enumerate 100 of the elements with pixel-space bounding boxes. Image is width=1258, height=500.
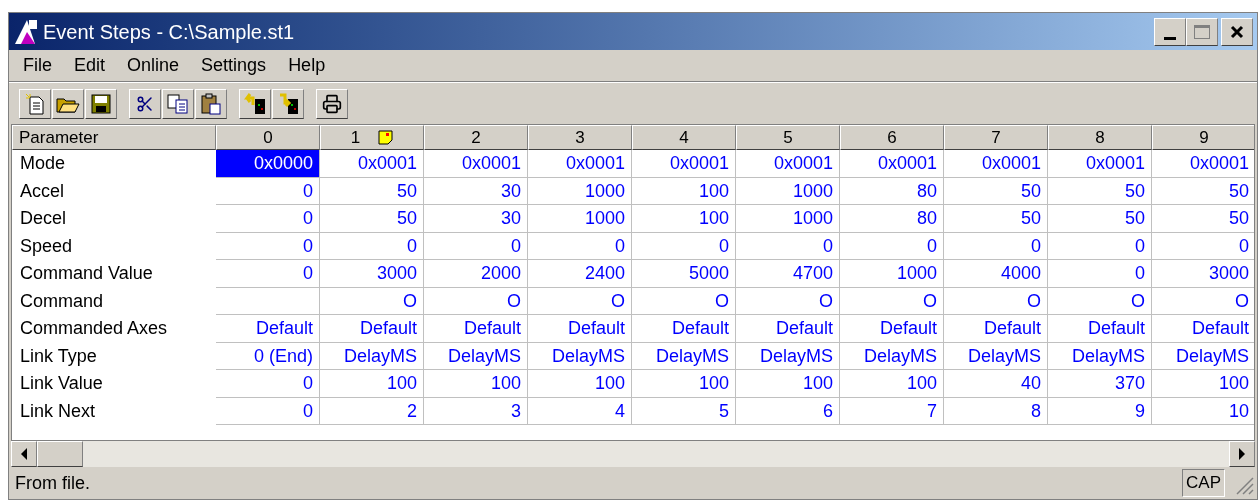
minimize-button[interactable] [1154,17,1186,46]
table-cell[interactable]: 0 [840,232,944,260]
paste-button[interactable] [195,88,227,119]
table-cell[interactable]: 0x0001 [528,150,632,178]
column-header[interactable]: 1 [320,125,424,150]
table-cell[interactable]: 1000 [840,260,944,288]
table-cell[interactable]: DelayMS [632,342,736,370]
table-cell[interactable]: 3 [424,397,528,425]
table-cell[interactable]: 50 [1152,205,1254,233]
table-cell[interactable]: 9 [1048,397,1152,425]
table-cell[interactable]: 1000 [528,177,632,205]
menu-item[interactable]: Help [288,52,326,79]
table-cell[interactable]: 50 [944,205,1048,233]
close-button[interactable] [1221,17,1253,46]
table-cell[interactable]: 5000 [632,260,736,288]
table-cell[interactable]: Default [216,315,320,343]
column-header[interactable]: 5 [736,125,840,150]
table-cell[interactable]: 0 [736,232,840,260]
table-cell[interactable]: 0 [216,232,320,260]
table-cell[interactable]: O [528,287,632,315]
table-cell[interactable]: 50 [320,177,424,205]
column-header[interactable]: 7 [944,125,1048,150]
table-cell[interactable]: Default [320,315,424,343]
table-cell[interactable]: 50 [1152,177,1254,205]
column-header[interactable]: 8 [1048,125,1152,150]
scroll-left-button[interactable] [11,441,37,467]
table-cell[interactable]: 1000 [736,177,840,205]
table-cell[interactable]: 30 [424,177,528,205]
new-button[interactable] [19,88,51,119]
table-cell[interactable]: DelayMS [1152,342,1254,370]
table-cell[interactable]: 80 [840,177,944,205]
column-header[interactable]: 2 [424,125,528,150]
horizontal-scrollbar[interactable] [11,441,1255,467]
table-cell[interactable]: 0x0000 [216,150,320,178]
table-cell[interactable]: O [1152,287,1254,315]
table-cell[interactable]: Default [840,315,944,343]
column-header[interactable]: 4 [632,125,736,150]
table-cell[interactable]: DelayMS [528,342,632,370]
table-cell[interactable]: O [424,287,528,315]
table-cell[interactable]: 2400 [528,260,632,288]
table-cell[interactable]: 370 [1048,370,1152,398]
table-cell[interactable]: Default [528,315,632,343]
print-button[interactable] [316,88,348,119]
table-cell[interactable]: 0 [216,205,320,233]
column-header[interactable]: 3 [528,125,632,150]
table-cell[interactable]: O [632,287,736,315]
table-cell[interactable]: Default [632,315,736,343]
table-cell[interactable]: 40 [944,370,1048,398]
table-cell[interactable]: O [1048,287,1152,315]
table-cell[interactable]: DelayMS [424,342,528,370]
table-cell[interactable]: O [320,287,424,315]
table-cell[interactable]: 100 [632,205,736,233]
download-button[interactable] [272,88,304,119]
table-cell[interactable]: 50 [1048,205,1152,233]
table-cell[interactable]: 80 [840,205,944,233]
table-cell[interactable]: 0 [424,232,528,260]
table-cell[interactable]: 1000 [736,205,840,233]
table-cell[interactable]: 100 [1152,370,1254,398]
table-cell[interactable]: Default [944,315,1048,343]
table-cell[interactable]: DelayMS [840,342,944,370]
open-button[interactable] [52,88,84,119]
scroll-thumb[interactable] [37,441,83,467]
scroll-right-button[interactable] [1229,441,1255,467]
table-cell[interactable]: 0 [216,177,320,205]
table-cell[interactable]: 0x0001 [944,150,1048,178]
column-header[interactable]: 9 [1152,125,1254,150]
table-cell[interactable]: 1000 [528,205,632,233]
table-cell[interactable]: 2000 [424,260,528,288]
save-button[interactable] [85,88,117,119]
table-cell[interactable]: 4700 [736,260,840,288]
table-cell[interactable]: 4 [528,397,632,425]
table-cell[interactable]: O [840,287,944,315]
table-cell[interactable]: DelayMS [320,342,424,370]
table-cell[interactable]: 0 (End) [216,342,320,370]
table-cell[interactable]: 3000 [1152,260,1254,288]
menu-item[interactable]: Settings [201,52,267,79]
table-cell[interactable]: Default [1152,315,1254,343]
cut-button[interactable] [129,88,161,119]
table-cell[interactable]: DelayMS [1048,342,1152,370]
table-cell[interactable]: DelayMS [944,342,1048,370]
table-cell[interactable]: 0 [320,232,424,260]
table-cell[interactable]: 0x0001 [840,150,944,178]
column-header[interactable]: 0 [216,125,320,150]
table-cell[interactable]: 100 [320,370,424,398]
table-cell[interactable]: 100 [840,370,944,398]
table-cell[interactable]: 0 [216,397,320,425]
menu-item[interactable]: File [23,52,52,79]
table-cell[interactable]: 100 [528,370,632,398]
table-cell[interactable]: O [736,287,840,315]
table-cell[interactable]: 30 [424,205,528,233]
table-cell[interactable]: 0 [1048,260,1152,288]
table-cell[interactable]: 100 [632,370,736,398]
table-cell[interactable]: 4000 [944,260,1048,288]
menu-item[interactable]: Online [127,52,180,79]
column-header[interactable]: 6 [840,125,944,150]
table-cell[interactable]: 0 [944,232,1048,260]
table-cell[interactable]: 0 [1048,232,1152,260]
table-cell[interactable]: 0 [632,232,736,260]
table-cell[interactable]: 100 [424,370,528,398]
table-cell[interactable]: 3000 [320,260,424,288]
